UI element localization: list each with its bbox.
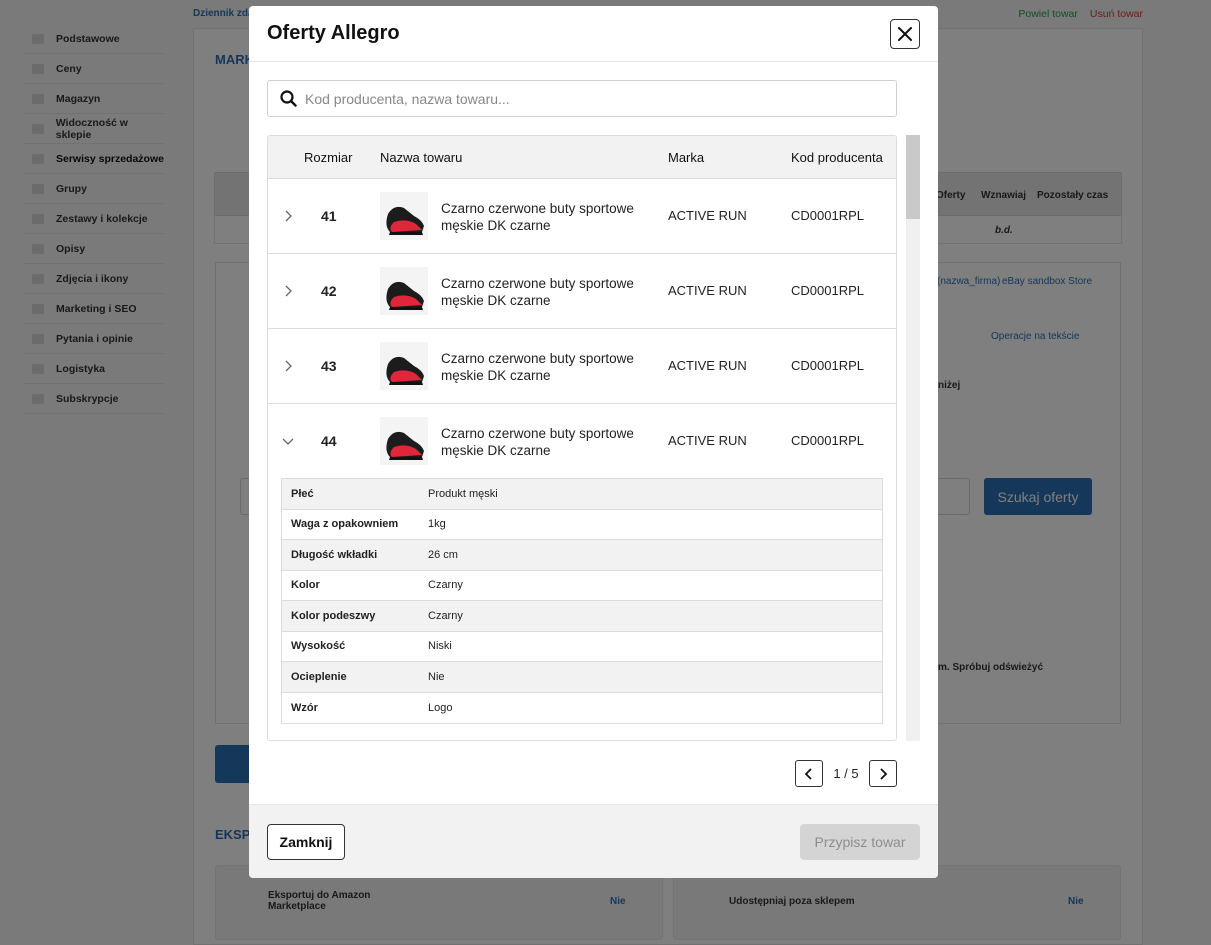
list-scrollbar[interactable] (906, 135, 920, 741)
detail-row: Kolor Czarny (282, 571, 882, 601)
modal-footer: Zamknij Przypisz towar (249, 804, 938, 878)
column-name: Nazwa towaru (380, 150, 463, 165)
offer-code: CD0001RPL (791, 283, 864, 298)
column-size: Rozmiar (304, 150, 353, 165)
modal-header: Oferty Allegro (249, 6, 938, 62)
column-brand: Marka (668, 150, 705, 165)
search-box (267, 80, 897, 117)
offer-name: Czarno czerwone buty sportowe męskie DK … (441, 426, 634, 458)
offer-size: 42 (321, 283, 337, 299)
offer-row[interactable]: 42 Czarno czerwone buty sportowe męskie … (268, 254, 896, 329)
scrollbar-thumb[interactable] (906, 135, 920, 219)
chevron-right-icon[interactable] (281, 359, 295, 373)
search-input[interactable] (305, 90, 865, 107)
offer-size: 44 (321, 433, 337, 449)
shoe-thumbnail (380, 342, 428, 390)
pagination: 1 / 5 (795, 760, 897, 787)
prev-page-button[interactable] (795, 760, 823, 787)
offer-size: 41 (321, 208, 337, 224)
offer-name: Czarno czerwone buty sportowe męskie DK … (441, 276, 634, 308)
shoe-thumbnail (380, 417, 428, 465)
chevron-right-icon[interactable] (281, 284, 295, 298)
offers-list-header: Rozmiar Nazwa towaru Marka Kod producent… (268, 136, 896, 179)
detail-row: Wysokość Niski (282, 632, 882, 662)
chevron-down-icon[interactable] (281, 434, 295, 448)
shoe-thumbnail (380, 192, 428, 240)
next-page-button[interactable] (869, 760, 897, 787)
offer-details-table: Płeć Produkt męski Waga z opakowniem 1kg D… (281, 478, 883, 724)
close-modal-button[interactable] (890, 19, 920, 49)
offer-brand: ACTIVE RUN (668, 433, 747, 448)
offer-name: Czarno czerwone buty sportowe męskie DK … (441, 201, 634, 233)
offer-code: CD0001RPL (791, 208, 864, 223)
shoe-thumbnail (380, 267, 428, 315)
detail-row: Waga z opakowniem 1kg (282, 510, 882, 540)
offer-size: 43 (321, 358, 337, 374)
offer-row[interactable]: 41 Czarno czerwone buty sportowe męskie … (268, 179, 896, 254)
close-icon (898, 27, 912, 41)
search-icon (280, 90, 297, 107)
offer-brand: ACTIVE RUN (668, 283, 747, 298)
detail-row: Długość wkładki 26 cm (282, 540, 882, 571)
offer-brand: ACTIVE RUN (668, 358, 747, 373)
assign-product-button[interactable]: Przypisz towar (800, 824, 920, 860)
detail-row: Kolor podeszwy Czarny (282, 601, 882, 632)
offer-code: CD0001RPL (791, 358, 864, 373)
page-indicator: 1 / 5 (833, 766, 859, 781)
allegro-offers-modal: Oferty Allegro Rozmiar Nazwa towaru Mark… (249, 6, 938, 878)
offer-name: Czarno czerwone buty sportowe męskie DK … (441, 351, 634, 383)
close-button[interactable]: Zamknij (267, 824, 345, 860)
modal-title: Oferty Allegro (267, 22, 400, 44)
detail-row: Płeć Produkt męski (282, 479, 882, 510)
detail-row: Wzór Logo (291, 701, 453, 714)
column-code: Kod producenta (791, 150, 883, 165)
detail-row: Ocieplenie Nie (282, 662, 882, 693)
offer-code: CD0001RPL (791, 433, 864, 448)
offer-row[interactable]: 43 Czarno czerwone buty sportowe męskie … (268, 329, 896, 404)
offers-list: Rozmiar Nazwa towaru Marka Kod producent… (267, 135, 897, 741)
chevron-right-icon (880, 767, 888, 780)
chevron-left-icon (804, 767, 812, 780)
chevron-right-icon[interactable] (281, 209, 295, 223)
offer-row-expanded[interactable]: 44 Czarno czerwone buty sportowe męskie … (268, 404, 896, 479)
offer-brand: ACTIVE RUN (668, 208, 747, 223)
